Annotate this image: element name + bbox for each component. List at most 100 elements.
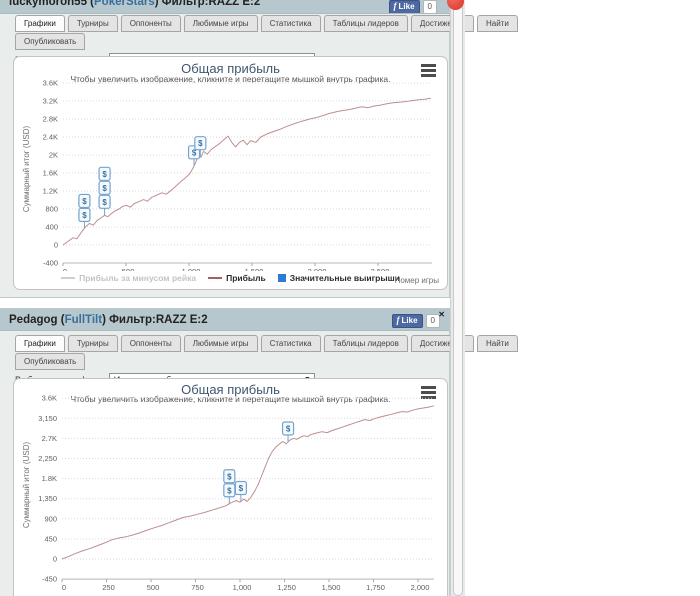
- facebook-like-row: f Like 0: [391, 314, 440, 328]
- legend-label: Прибыль за минусом рейка: [79, 273, 197, 283]
- svg-text:400: 400: [45, 223, 58, 232]
- svg-text:$: $: [198, 139, 203, 148]
- svg-text:$: $: [286, 424, 291, 433]
- tab-statistics[interactable]: Статистика: [260, 15, 321, 32]
- tab-leaderboards[interactable]: Таблицы лидеров: [323, 335, 408, 352]
- player-name: luckymoron55 (: [9, 0, 94, 8]
- svg-text:0: 0: [62, 583, 66, 592]
- tab-publish[interactable]: Опубликовать: [15, 33, 86, 50]
- facebook-like-row: f Like 0: [388, 0, 437, 13]
- svg-text:1,500: 1,500: [322, 583, 341, 592]
- player-widget-pedagog: Pedagog (FullTilt) Фильтр:RAZZ E:2 f Like…: [0, 308, 518, 596]
- facebook-f-icon: f: [396, 315, 400, 325]
- widget-title: Pedagog (FullTilt) Фильтр:RAZZ E:2: [9, 314, 208, 326]
- tab-leaderboards[interactable]: Таблицы лидеров: [323, 15, 408, 32]
- svg-text:2.8K: 2.8K: [43, 115, 58, 124]
- svg-text:0: 0: [63, 267, 67, 271]
- svg-text:2.4K: 2.4K: [43, 133, 58, 142]
- svg-text:2,500: 2,500: [371, 267, 390, 271]
- chart-legend: Прибыль за минусом рейка Прибыль Значитель…: [14, 273, 447, 283]
- svg-text:-400: -400: [43, 259, 58, 268]
- svg-text:1,500: 1,500: [245, 267, 264, 271]
- svg-text:1.8K: 1.8K: [42, 474, 57, 483]
- tab-publish[interactable]: Опубликовать: [15, 353, 86, 370]
- svg-text:2,000: 2,000: [308, 267, 327, 271]
- tab-statistics[interactable]: Статистика: [260, 335, 321, 352]
- tab-charts[interactable]: Графики: [15, 335, 65, 352]
- svg-text:1,750: 1,750: [366, 583, 385, 592]
- tab-tournaments[interactable]: Турниры: [67, 335, 118, 352]
- page: luckymoron55 (PokerStars) Фильтр:RAZZ E:…: [0, 0, 700, 596]
- widget-header: luckymoron55 (PokerStars) Фильтр:RAZZ E:…: [0, 0, 449, 14]
- svg-text:500: 500: [147, 583, 160, 592]
- legend-label: Значительные выигрыши: [289, 273, 400, 283]
- svg-text:1,000: 1,000: [233, 583, 252, 592]
- legend-line-swatch: [208, 277, 223, 279]
- svg-text:$: $: [102, 198, 107, 207]
- tab-charts[interactable]: Графики: [15, 15, 65, 32]
- like-count-badge[interactable]: 0: [422, 0, 437, 13]
- profit-chart-plot[interactable]: 3.6K 3,150 2.7K 2,250 1.8K 1,350 900 450 0 -450 0 2…: [14, 379, 447, 596]
- svg-text:250: 250: [102, 583, 115, 592]
- facebook-like-button[interactable]: f Like: [388, 0, 420, 13]
- tabs-row-2: Опубликовать: [0, 353, 449, 370]
- svg-text:2,000: 2,000: [411, 583, 430, 592]
- svg-text:$: $: [102, 184, 107, 193]
- svg-text:0: 0: [53, 555, 57, 564]
- svg-text:$: $: [227, 472, 232, 481]
- tab-opponents[interactable]: Оппоненты: [120, 15, 181, 32]
- svg-text:1.6K: 1.6K: [43, 169, 58, 178]
- svg-text:2,250: 2,250: [38, 454, 57, 463]
- player-name: Pedagog (: [9, 314, 65, 326]
- svg-text:$: $: [227, 486, 232, 495]
- vertical-scrollbar[interactable]: [450, 0, 465, 596]
- site-link[interactable]: FullTilt: [65, 314, 102, 326]
- svg-text:2.7K: 2.7K: [42, 434, 57, 443]
- svg-text:3.6K: 3.6K: [42, 394, 57, 403]
- tabs-row-1: Графики Турниры Оппоненты Любимые игры Стати…: [0, 15, 518, 32]
- legend-label: Прибыль: [226, 273, 266, 283]
- svg-text:3.6K: 3.6K: [43, 79, 58, 88]
- filter-text: ) Фильтр:RAZZ E:2: [102, 314, 208, 326]
- svg-text:0: 0: [54, 241, 58, 250]
- legend-item[interactable]: Значительные выигрыши: [277, 273, 400, 283]
- widget-header: Pedagog (FullTilt) Фильтр:RAZZ E:2 f Like…: [0, 309, 449, 331]
- legend-item[interactable]: Прибыль за минусом рейка: [61, 273, 196, 283]
- filter-text: ) Фильтр:RAZZ E:2: [154, 0, 261, 8]
- widget-title: luckymoron55 (PokerStars) Фильтр:RAZZ E:…: [9, 0, 260, 8]
- svg-text:$: $: [239, 484, 244, 493]
- scrollbar-thumb[interactable]: [453, 0, 463, 596]
- profit-chart-panel: Общая прибыль Чтобы увеличить изображени…: [13, 378, 448, 596]
- svg-text:800: 800: [45, 205, 58, 214]
- svg-text:1.2K: 1.2K: [43, 187, 58, 196]
- player-widget-luckymoron55: luckymoron55 (PokerStars) Фильтр:RAZZ E:…: [0, 0, 518, 298]
- tabs-row-2: Опубликовать: [0, 33, 449, 50]
- legend-square-swatch: [277, 274, 286, 282]
- svg-text:3,150: 3,150: [38, 414, 57, 423]
- tab-find[interactable]: Найти: [476, 335, 518, 352]
- tab-favorite-games[interactable]: Любимые игры: [183, 15, 258, 32]
- svg-text:1,000: 1,000: [182, 267, 201, 271]
- svg-text:-450: -450: [42, 575, 57, 584]
- tab-tournaments[interactable]: Турниры: [67, 15, 118, 32]
- close-icon[interactable]: ✕: [438, 310, 445, 319]
- svg-text:3.2K: 3.2K: [43, 97, 58, 106]
- svg-text:750: 750: [191, 583, 204, 592]
- tab-find[interactable]: Найти: [476, 15, 518, 32]
- svg-text:2K: 2K: [49, 151, 58, 160]
- svg-text:1,250: 1,250: [277, 583, 296, 592]
- legend-item[interactable]: Прибыль: [208, 273, 266, 283]
- svg-text:$: $: [102, 170, 107, 179]
- facebook-like-button[interactable]: f Like: [391, 314, 423, 328]
- tabs-row-1: Графики Турниры Оппоненты Любимые игры Стати…: [0, 335, 518, 352]
- profit-chart-plot[interactable]: 3.6K 3.2K 2.8K 2.4K 2K 1.6K 1.2K 800 400 0 -400 0 50…: [14, 57, 447, 271]
- site-link[interactable]: PokerStars: [94, 0, 155, 8]
- tab-favorite-games[interactable]: Любимые игры: [183, 335, 258, 352]
- svg-text:$: $: [82, 197, 87, 206]
- legend-line-swatch: [61, 277, 76, 279]
- svg-text:$: $: [82, 211, 87, 220]
- svg-text:500: 500: [122, 267, 135, 271]
- tab-opponents[interactable]: Оппоненты: [120, 335, 181, 352]
- x-axis-title: Номер игры: [394, 276, 439, 285]
- facebook-f-icon: f: [393, 1, 397, 11]
